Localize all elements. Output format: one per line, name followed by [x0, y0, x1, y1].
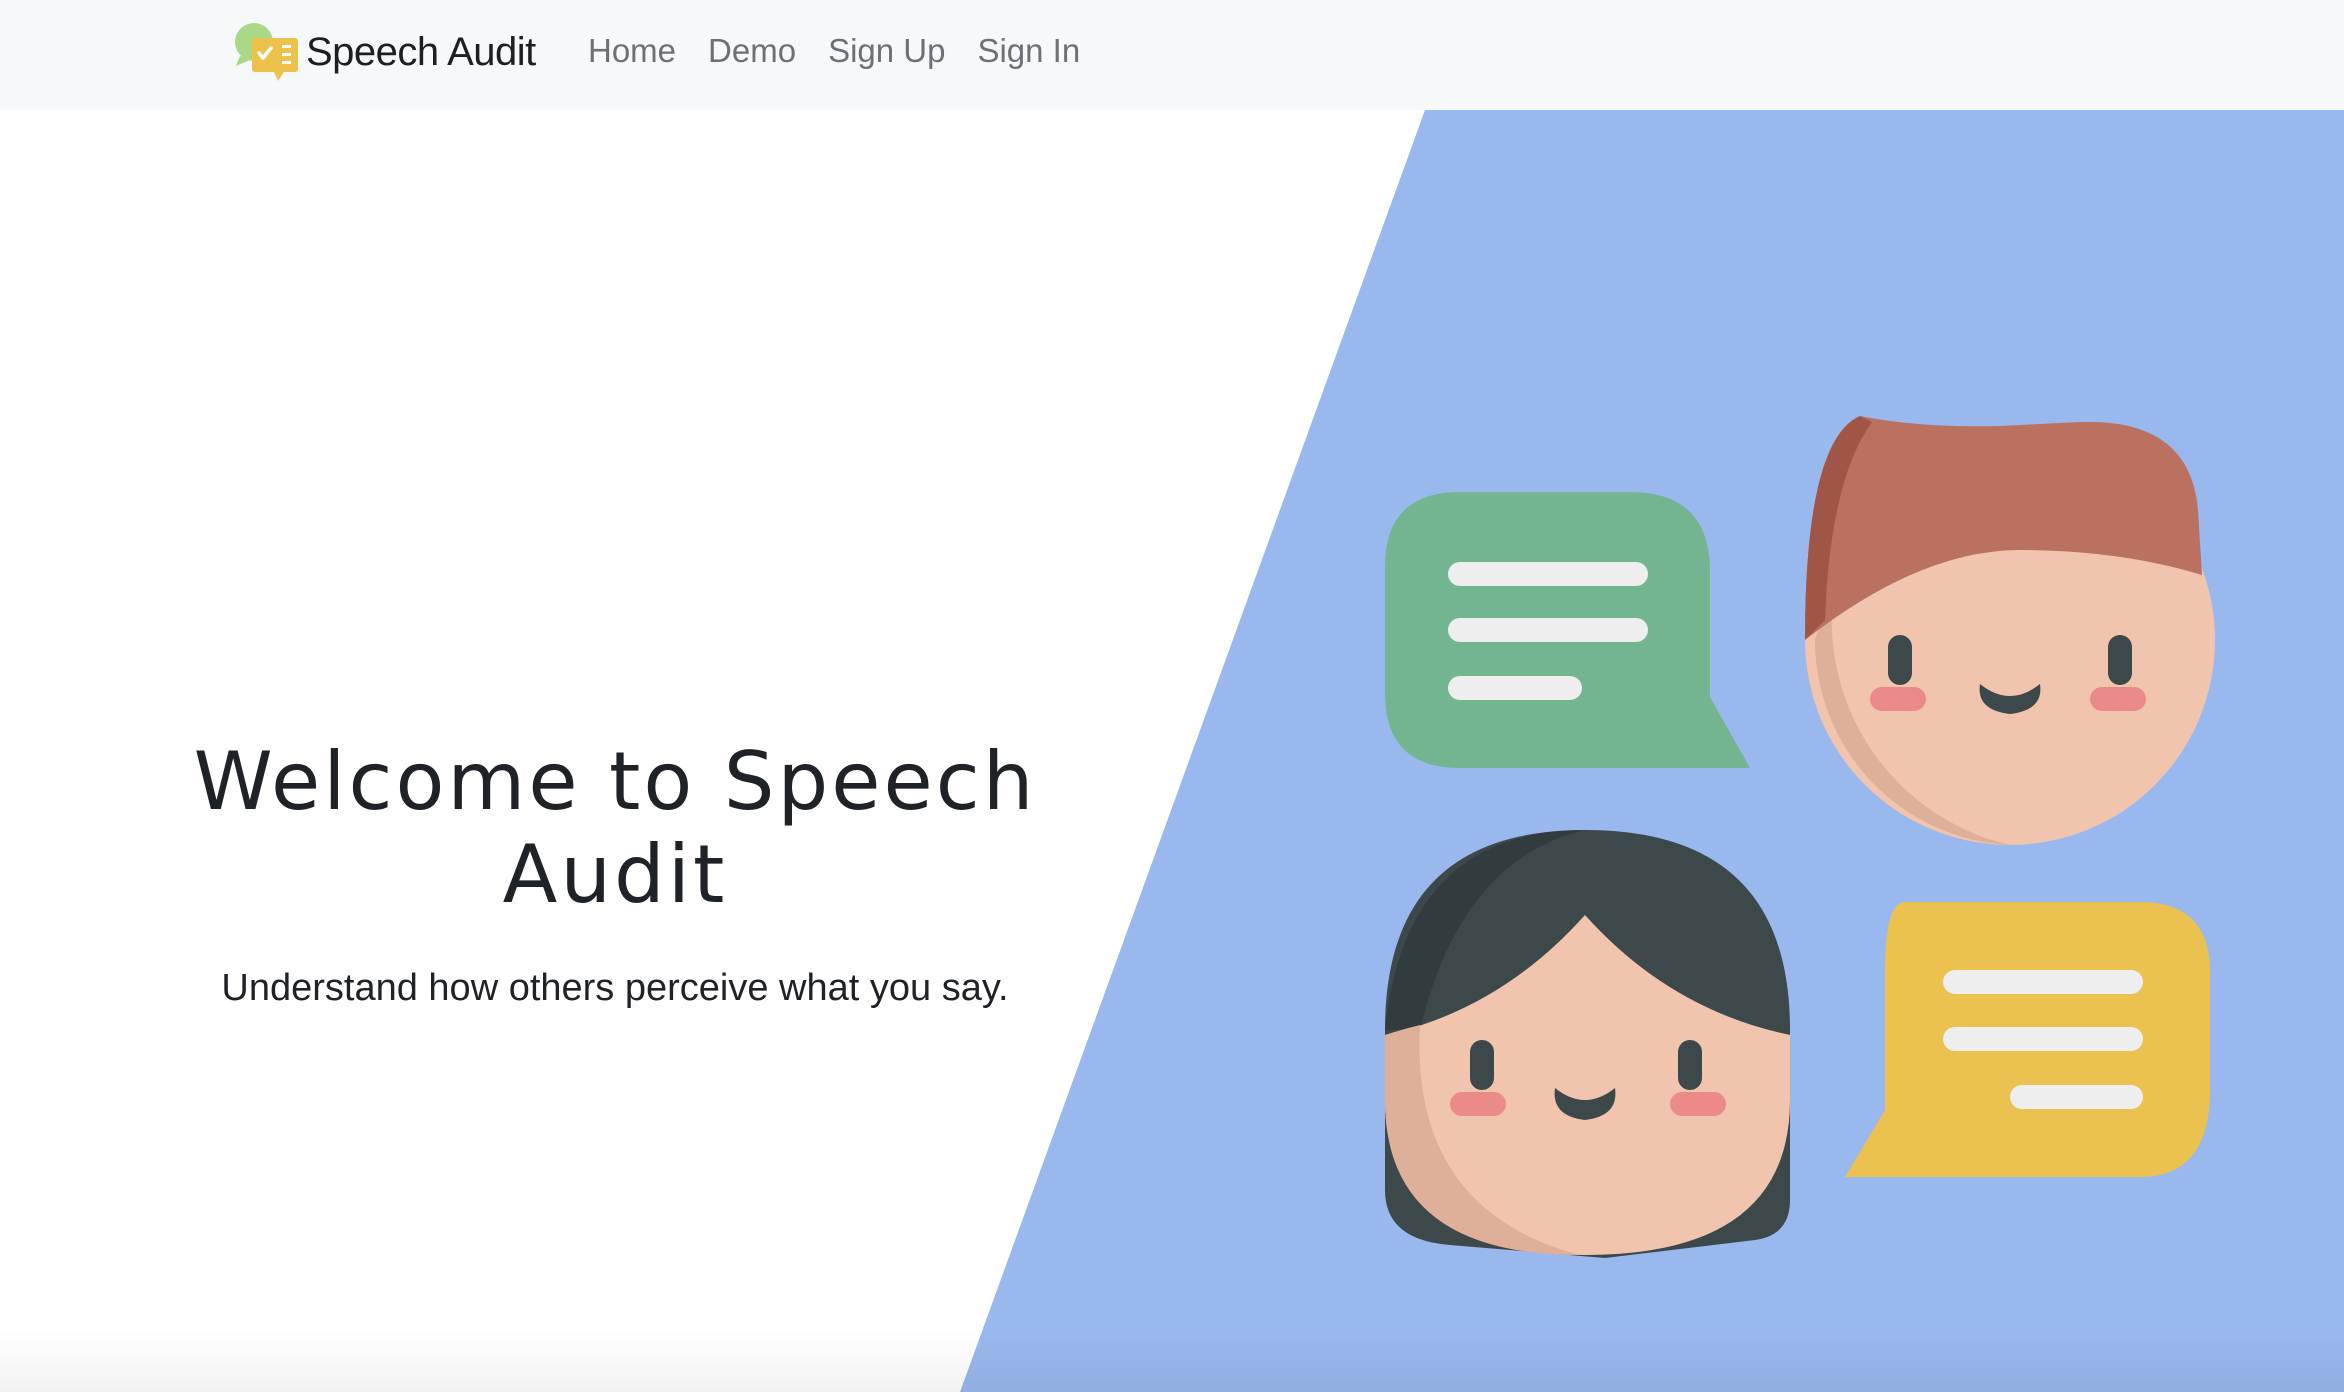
hero-text: Welcome to Speech Audit Understand how o…	[80, 735, 1150, 1010]
nav-link-sign-up[interactable]: Sign Up	[828, 32, 945, 70]
conversation-illustration	[1385, 416, 2215, 1258]
girl-face-icon	[1385, 830, 1790, 1258]
nav-link-sign-in[interactable]: Sign In	[977, 32, 1080, 70]
chat-bubble-icon	[1845, 902, 2210, 1177]
brand-name: Speech Audit	[306, 29, 536, 74]
brand-link[interactable]: Speech Audit	[232, 22, 536, 82]
nav-links: Home Demo Sign Up Sign In	[588, 28, 1112, 74]
nav-link-demo[interactable]: Demo	[708, 32, 796, 70]
hero-subtitle: Understand how others perceive what you …	[221, 967, 1009, 1009]
speech-bubble-checklist-icon	[235, 23, 298, 81]
nav-link-home[interactable]: Home	[588, 32, 676, 70]
hero-title: Welcome to Speech Audit	[193, 735, 1037, 921]
chat-bubble-icon	[1385, 492, 1750, 768]
navbar: Speech Audit Home Demo Sign Up Sign In	[0, 0, 2344, 110]
boy-face-icon	[1805, 416, 2215, 845]
